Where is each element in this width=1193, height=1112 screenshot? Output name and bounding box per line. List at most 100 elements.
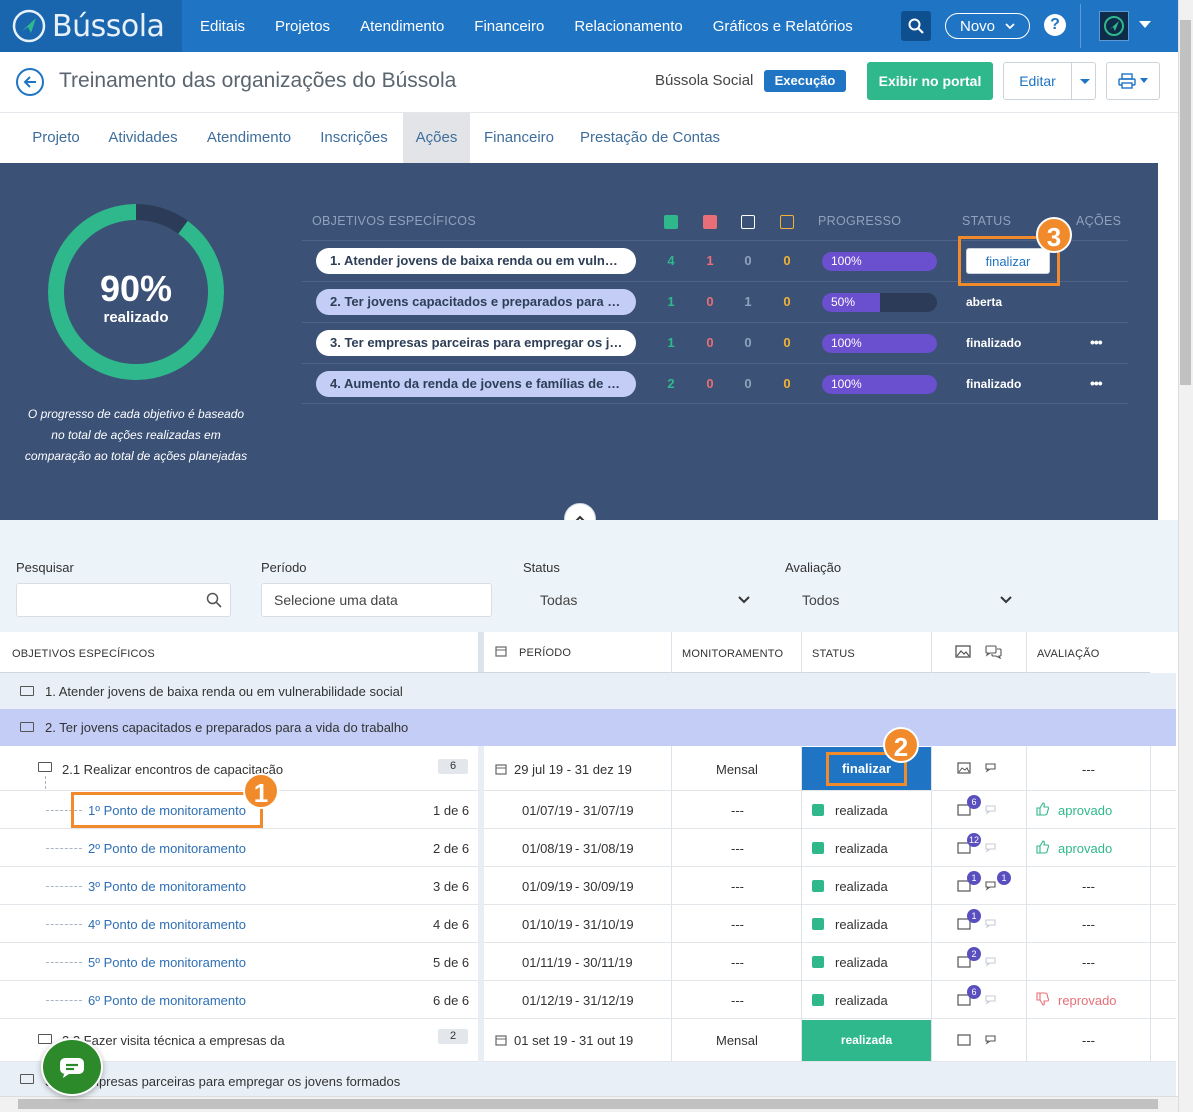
- monitoring-point-link[interactable]: 4º Ponto de monitoramento: [88, 917, 246, 932]
- point-start: 01/12/19: [522, 993, 573, 1008]
- search-label: Pesquisar: [16, 560, 74, 575]
- monitoring-point-link[interactable]: 6º Ponto de monitoramento: [88, 993, 246, 1008]
- print-button[interactable]: [1106, 62, 1160, 100]
- nav-atendimento[interactable]: Atendimento: [360, 18, 444, 35]
- comment-icon[interactable]: [985, 762, 1000, 774]
- tab-inscricoes[interactable]: Inscrições: [312, 113, 396, 163]
- point-monitoring: ---: [731, 879, 744, 894]
- search-input[interactable]: [16, 583, 231, 617]
- column-splitter[interactable]: [478, 632, 484, 672]
- point-end: 30/11/19: [583, 955, 633, 970]
- point-start: 01/10/19: [522, 917, 573, 932]
- edit-button-label[interactable]: Editar: [1004, 63, 1072, 99]
- point-evaluation: reprovado: [1058, 993, 1117, 1008]
- avatar[interactable]: [1099, 11, 1129, 41]
- folder-icon: [38, 1034, 52, 1044]
- tab-atividades[interactable]: Atividades: [98, 113, 188, 163]
- status-select[interactable]: Todas: [540, 592, 577, 608]
- objective-pill[interactable]: 4. Aumento da renda de jovens e famílias…: [316, 371, 636, 397]
- comment-icon[interactable]: [985, 918, 1000, 930]
- edit-button[interactable]: Editar: [1003, 62, 1096, 100]
- status-dot: [812, 842, 824, 854]
- folder-icon: [38, 762, 52, 772]
- back-button[interactable]: [16, 68, 44, 96]
- horizontal-scrollbar-thumb[interactable]: [18, 1099, 1158, 1109]
- tab-projeto[interactable]: Projeto: [18, 113, 94, 163]
- nav-relacionamento[interactable]: Relacionamento: [574, 18, 682, 35]
- status-column-header: STATUS: [962, 214, 1012, 228]
- period-input[interactable]: Selecione uma data: [261, 583, 492, 617]
- column-divider: [931, 632, 932, 673]
- objective-status: finalizado: [966, 377, 1022, 391]
- new-button[interactable]: Novo: [945, 13, 1030, 39]
- tab-prestacao-contas[interactable]: Prestação de Contas: [574, 113, 726, 163]
- point-end: 31/10/19: [583, 917, 634, 932]
- action-label[interactable]: 2.1 Realizar encontros de capacitação: [62, 762, 283, 777]
- progress-bar: 100%: [822, 334, 937, 353]
- objective-group-row[interactable]: 1. Atender jovens de baixa renda ou em v…: [0, 673, 1176, 710]
- monitoring-point-link[interactable]: 3º Ponto de monitoramento: [88, 879, 246, 894]
- action-status: realizada: [840, 1033, 893, 1047]
- group-label: 2. Ter jovens capacitados e preparados p…: [45, 720, 409, 735]
- more-options-icon[interactable]: •••: [1090, 375, 1103, 391]
- monitoring-point-link[interactable]: 2º Ponto de monitoramento: [88, 841, 246, 856]
- column-divider: [931, 746, 932, 1062]
- tab-financeiro[interactable]: Financeiro: [478, 113, 560, 163]
- tab-atendimento[interactable]: Atendimento: [196, 113, 302, 163]
- nav-financeiro[interactable]: Financeiro: [474, 18, 544, 35]
- comment-icon[interactable]: [985, 804, 1000, 816]
- callout-number-1: 1: [243, 773, 279, 809]
- legend-done-icon: [664, 215, 678, 229]
- chevron-down-icon: [1005, 23, 1015, 30]
- tree-branch: [46, 848, 82, 849]
- point-evaluation: aprovado: [1058, 841, 1113, 856]
- evaluation-select[interactable]: Todos: [802, 592, 839, 608]
- point-evaluation: ---: [1082, 917, 1095, 932]
- avatar-caret-icon[interactable]: [1139, 21, 1151, 28]
- help-icon[interactable]: ?: [1044, 14, 1066, 36]
- chevron-down-icon[interactable]: [1000, 596, 1012, 604]
- progress-bar-fill: 100%: [822, 252, 937, 271]
- objective-group-row[interactable]: 2. Ter jovens capacitados e preparados p…: [0, 709, 1176, 746]
- chevron-down-icon[interactable]: [738, 596, 750, 604]
- folder-icon: [20, 722, 34, 732]
- objective-pill[interactable]: 3. Ter empresas parceiras para empregar …: [316, 330, 636, 356]
- search-button[interactable]: [901, 11, 931, 41]
- comment-icon[interactable]: [985, 1034, 1000, 1046]
- photo-icon[interactable]: [957, 762, 971, 774]
- objective-pill[interactable]: 1. Atender jovens de baixa renda ou em v…: [316, 248, 636, 274]
- column-divider: [801, 632, 802, 673]
- status-badge: Execução: [764, 70, 846, 92]
- objective-group-row[interactable]: 3. Ter empresas parceiras para empregar …: [0, 1062, 1176, 1096]
- count-badge: 2: [438, 1029, 468, 1044]
- show-in-portal-button[interactable]: Exibir no portal: [867, 62, 993, 100]
- more-options-icon[interactable]: •••: [1090, 334, 1103, 350]
- column-divider: [1026, 746, 1027, 1062]
- objective-row: 3. Ter empresas parceiras para empregar …: [302, 322, 1128, 363]
- tab-acoes[interactable]: Ações: [403, 113, 470, 163]
- progress-bar: 100%: [822, 375, 937, 394]
- point-status: realizada: [835, 841, 888, 856]
- nav-graficos[interactable]: Gráficos e Relatórios: [713, 18, 853, 35]
- objective-pill[interactable]: 2. Ter jovens capacitados e preparados p…: [316, 289, 636, 315]
- monitoring-point-link[interactable]: 5º Ponto de monitoramento: [88, 955, 246, 970]
- point-status: realizada: [835, 803, 888, 818]
- open-count: 0: [744, 376, 752, 391]
- chat-button[interactable]: [41, 1038, 103, 1096]
- point-monitoring: ---: [731, 803, 744, 818]
- action-evaluation: ---: [1082, 1033, 1095, 1048]
- monitoring-row: 6º Ponto de monitoramento 6 de 6 01/12/1…: [0, 981, 1176, 1019]
- nav-projetos[interactable]: Projetos: [275, 18, 330, 35]
- comment-icon[interactable]: [985, 994, 1000, 1006]
- calendar-icon: [495, 764, 507, 775]
- nav-editais[interactable]: Editais: [200, 18, 245, 35]
- count-badge: 6: [438, 759, 468, 774]
- action-label[interactable]: 2.2 Fazer visita técnica a empresas da r…: [62, 1033, 288, 1048]
- edit-dropdown-icon[interactable]: [1080, 79, 1090, 84]
- comment-icon[interactable]: [985, 956, 1000, 968]
- brand-logo[interactable]: Bússola: [0, 0, 182, 52]
- folder-icon: [20, 686, 34, 696]
- comment-icon[interactable]: [985, 842, 1000, 854]
- scrollbar-thumb[interactable]: [1180, 20, 1191, 385]
- photo-icon[interactable]: [957, 1034, 971, 1046]
